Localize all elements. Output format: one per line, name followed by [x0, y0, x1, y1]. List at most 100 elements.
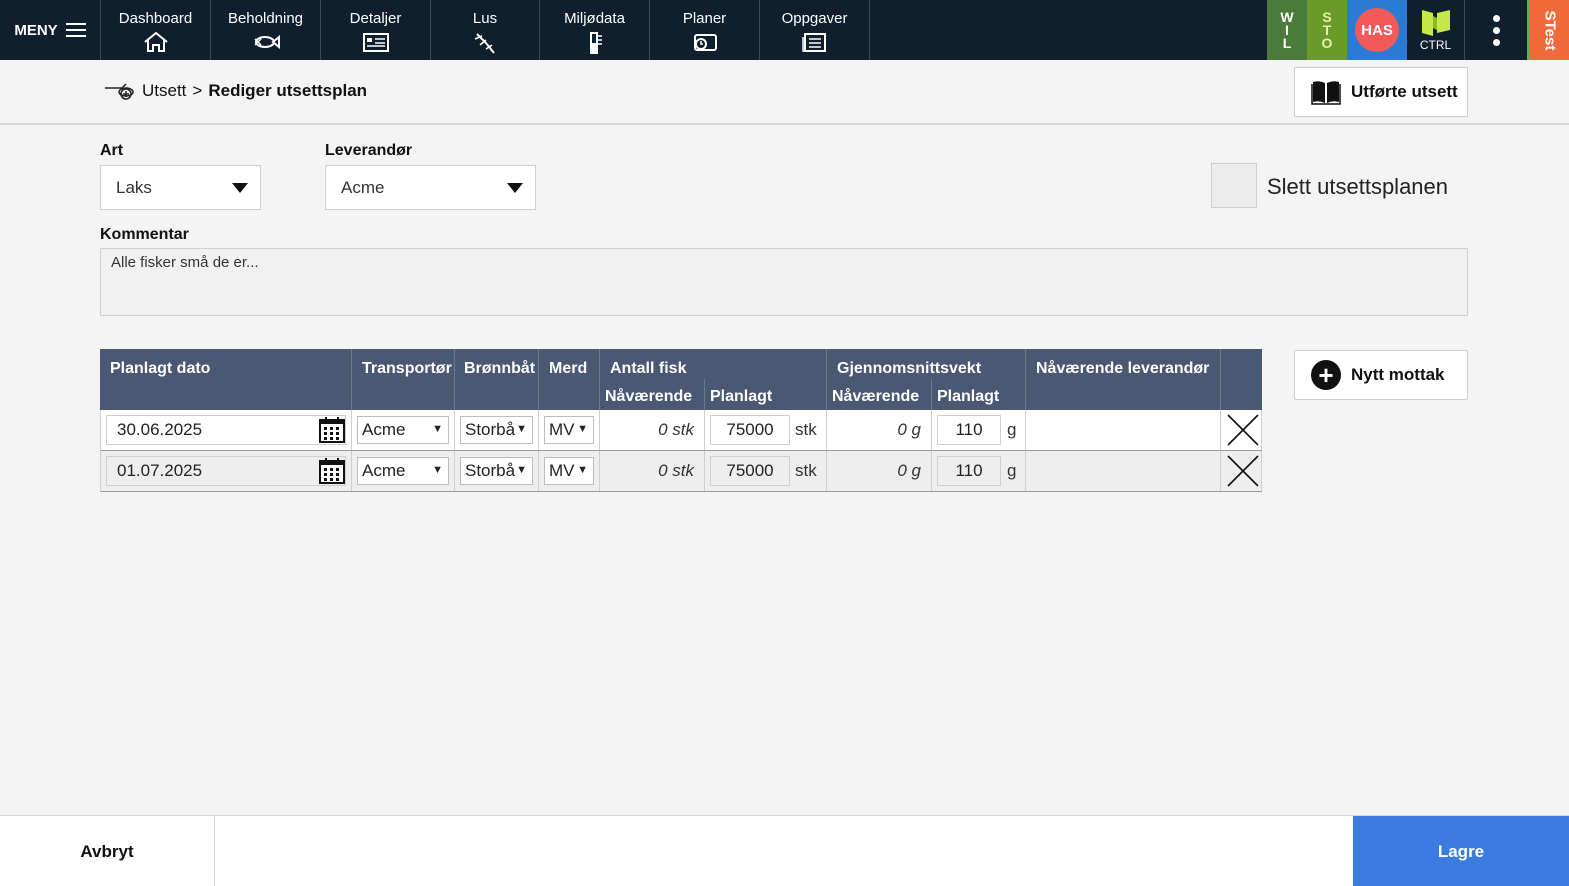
save-button[interactable]: Lagre: [1353, 816, 1569, 886]
date-cell: 01.07.2025: [101, 451, 352, 491]
new-receipt-label: Nytt mottak: [1351, 365, 1445, 384]
transporter-cell: Acme ▼: [352, 451, 455, 491]
nav-beholdning[interactable]: Beholdning: [211, 0, 321, 60]
remove-row-icon[interactable]: [1227, 414, 1259, 446]
hamburger-icon: [65, 23, 86, 37]
chevron-down-icon: ▼: [432, 464, 443, 476]
supplier-value: Acme: [341, 177, 385, 197]
caret-down-icon: [507, 183, 523, 193]
th-weight-planned: Planlagt: [932, 379, 1026, 410]
new-receipt-button[interactable]: + Nytt mottak: [1294, 350, 1468, 400]
fish-planned-input[interactable]: 75000: [710, 456, 790, 486]
transporter-select[interactable]: Acme ▼: [357, 416, 449, 444]
weight-unit: g: [1007, 420, 1017, 439]
fish-planned-input[interactable]: 75000: [710, 415, 790, 445]
tile-wil-letter-3: L: [1282, 34, 1292, 51]
table-row: 30.06.2025 Acme ▼ Storbå ▼ MV ▼ 0 stk 75000…: [100, 410, 1262, 451]
remove-row-icon[interactable]: [1227, 455, 1259, 487]
chevron-down-icon: ▼: [577, 464, 588, 476]
weight-current-value: 0 g: [897, 461, 921, 480]
transporter-cell: Acme ▼: [352, 410, 455, 450]
breadcrumb-current: Rediger utsettsplan: [208, 81, 368, 100]
th-planned-date: Planlagt dato: [100, 349, 352, 410]
th-actions: [1221, 349, 1262, 410]
th-fish-planned: Planlagt: [705, 379, 827, 410]
pen-cell: MV ▼: [539, 451, 600, 491]
remove-cell: [1221, 451, 1262, 491]
wellboat-select[interactable]: Storbå ▼: [460, 457, 533, 485]
breadcrumb-separator: >: [192, 81, 203, 100]
tile-ctrl[interactable]: CTRL: [1407, 0, 1465, 60]
chevron-down-icon: ▼: [577, 423, 588, 435]
pen-select[interactable]: MV ▼: [544, 416, 594, 444]
nav-planer[interactable]: Planer: [650, 0, 760, 60]
nav-lus[interactable]: Lus: [431, 0, 540, 60]
th-avg-weight: Gjennomsnittsvekt: [827, 349, 1026, 379]
date-input[interactable]: 01.07.2025: [106, 456, 346, 486]
lice-icon: [474, 33, 495, 54]
nav-dashboard-label: Dashboard: [118, 10, 193, 27]
breadcrumb-bar: Utsett > Rediger utsettsplan Utførte uts…: [0, 60, 1569, 125]
footer-bar: Avbryt Lagre: [0, 815, 1569, 886]
nav-detaljer[interactable]: Detaljer: [321, 0, 431, 60]
calendar-icon[interactable]: [317, 456, 347, 486]
calendar-icon[interactable]: [317, 415, 347, 445]
tile-has[interactable]: HAS: [1347, 0, 1407, 60]
table-row: 01.07.2025 Acme ▼ Storbå ▼ MV ▼ 0 stk 75000…: [100, 451, 1262, 492]
chevron-down-icon: ▼: [516, 464, 527, 476]
fish-current-cell: 0 stk: [600, 410, 705, 450]
breadcrumb-parent[interactable]: Utsett: [142, 81, 186, 101]
nav-oppgaver[interactable]: Oppgaver: [760, 0, 870, 60]
comment-textarea[interactable]: Alle fisker små de er...: [100, 248, 1468, 316]
pen-value: MV: [549, 420, 575, 439]
pen-select[interactable]: MV ▼: [544, 457, 594, 485]
nav-detaljer-label: Detaljer: [349, 10, 402, 27]
performed-releases-label: Utførte utsett: [1351, 82, 1458, 101]
menu-label: MENY: [14, 21, 58, 39]
th-weight-current: Nåværende: [827, 379, 932, 410]
delete-plan-checkbox[interactable]: [1211, 163, 1257, 208]
menu-button[interactable]: MENY: [0, 0, 101, 60]
cancel-button[interactable]: Avbryt: [0, 816, 215, 886]
th-pen: Merd: [539, 349, 600, 410]
supplier-select[interactable]: Acme: [325, 165, 536, 210]
nav-miljodata[interactable]: Miljødata: [540, 0, 650, 60]
fish-unit: stk: [795, 420, 817, 439]
weight-planned-cell: 110 g: [932, 451, 1026, 491]
book-icon: [1311, 81, 1341, 105]
wellboat-select[interactable]: Storbå ▼: [460, 416, 533, 444]
art-select[interactable]: Laks: [100, 165, 261, 210]
comment-label: Kommentar: [100, 226, 189, 243]
th-current-supplier: Nåværende leverandør: [1026, 349, 1221, 410]
current-supplier-cell: [1026, 451, 1221, 491]
performed-releases-button[interactable]: Utførte utsett: [1294, 67, 1468, 117]
more-options-button[interactable]: [1465, 0, 1527, 60]
tile-stest[interactable]: STest: [1527, 0, 1569, 60]
fish-current-value: 0 stk: [658, 461, 694, 480]
fish-planned-cell: 75000 stk: [705, 451, 827, 491]
release-plan-table: Planlagt dato Transportør Brønnbåt Merd …: [100, 349, 1262, 492]
remove-cell: [1221, 410, 1262, 450]
date-input[interactable]: 30.06.2025: [106, 415, 346, 445]
current-supplier-cell: [1026, 410, 1221, 450]
breadcrumb: Utsett > Rediger utsettsplan: [104, 80, 367, 102]
th-transporter: Transportør: [352, 349, 455, 410]
nav-dashboard[interactable]: Dashboard: [101, 0, 211, 60]
weight-current-cell: 0 g: [827, 451, 932, 491]
delete-plan-label: Slett utsettsplanen: [1267, 174, 1449, 199]
weight-planned-cell: 110 g: [932, 410, 1026, 450]
nav-beholdning-label: Beholdning: [227, 10, 304, 27]
ctrl-label: CTRL: [1419, 38, 1452, 52]
tile-wil[interactable]: W I L: [1267, 0, 1307, 60]
weight-planned-input[interactable]: 110: [937, 456, 1001, 486]
tile-sto[interactable]: S T O: [1307, 0, 1347, 60]
transporter-value: Acme: [362, 461, 406, 480]
release-fish-icon: [105, 83, 134, 100]
art-value: Laks: [116, 177, 152, 197]
tile-sto-letter-3: O: [1321, 34, 1333, 51]
tasks-icon: [801, 33, 826, 52]
transporter-select[interactable]: Acme ▼: [357, 457, 449, 485]
ctrl-logo-icon: [1421, 10, 1450, 36]
weight-planned-input[interactable]: 110: [937, 415, 1001, 445]
